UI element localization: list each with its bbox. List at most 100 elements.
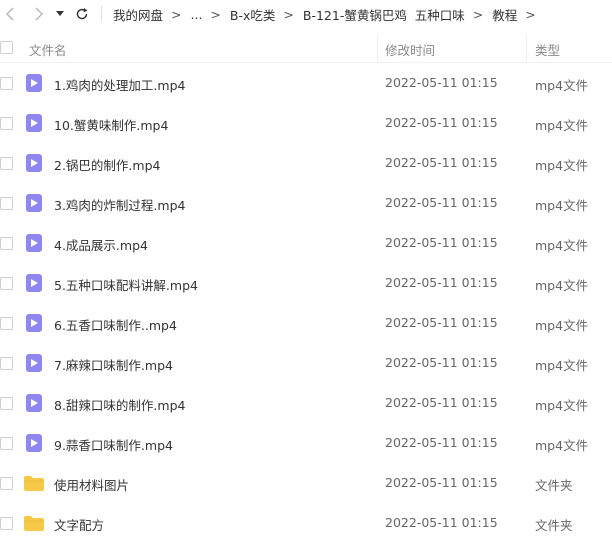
breadcrumb-item-category[interactable]: B-x吃类 xyxy=(230,5,275,24)
video-file-icon xyxy=(26,314,42,332)
column-divider[interactable] xyxy=(377,34,378,62)
file-type: mp4文件 xyxy=(535,158,589,173)
file-name[interactable]: 9.蒜香口味制作.mp4 xyxy=(54,435,173,454)
breadcrumb-item-current[interactable]: 教程 xyxy=(492,5,517,24)
modified-time: 2022-05-11 01:15 xyxy=(385,315,498,330)
file-name[interactable]: 3.鸡肉的炸制过程.mp4 xyxy=(54,195,185,214)
file-row[interactable]: 3.鸡肉的炸制过程.mp4 2022-05-11 01:15 mp4文件 xyxy=(0,184,612,224)
row-checkbox[interactable] xyxy=(0,357,13,370)
caret-down-icon xyxy=(56,11,64,16)
modified-time: 2022-05-11 01:15 xyxy=(385,275,498,290)
file-type: mp4文件 xyxy=(535,118,589,133)
modified-time: 2022-05-11 01:15 xyxy=(385,475,498,490)
video-file-icon xyxy=(26,434,42,452)
row-checkbox[interactable] xyxy=(0,157,13,170)
modified-time: 2022-05-11 01:15 xyxy=(385,75,498,90)
modified-time: 2022-05-11 01:15 xyxy=(385,235,498,250)
file-row[interactable]: 9.蒜香口味制作.mp4 2022-05-11 01:15 mp4文件 xyxy=(0,424,612,464)
column-divider[interactable] xyxy=(526,34,527,62)
row-checkbox[interactable] xyxy=(0,277,13,290)
modified-time: 2022-05-11 01:15 xyxy=(385,515,498,530)
breadcrumb-item-root[interactable]: 我的网盘 xyxy=(113,5,163,24)
file-name[interactable]: 6.五香口味制作..mp4 xyxy=(54,315,177,334)
breadcrumb-separator: > xyxy=(171,6,182,22)
row-checkbox[interactable] xyxy=(0,197,13,210)
row-checkbox[interactable] xyxy=(0,517,13,530)
video-file-icon xyxy=(26,354,42,372)
file-type: 文件夹 xyxy=(535,478,573,493)
file-row[interactable]: 2.锅巴的制作.mp4 2022-05-11 01:15 mp4文件 xyxy=(0,144,612,184)
breadcrumb-separator: > xyxy=(525,6,536,22)
history-dropdown-button[interactable] xyxy=(52,4,68,24)
file-list-header: 文件名 修改时间 类型 xyxy=(0,34,612,63)
row-checkbox[interactable] xyxy=(0,397,13,410)
row-checkbox[interactable] xyxy=(0,77,13,90)
forward-button[interactable] xyxy=(28,4,48,24)
toolbar: 我的网盘 > ... > B-x吃类 > B-121-蟹黄锅巴鸡 五种口味 > … xyxy=(0,0,612,28)
file-row[interactable]: 1.鸡肉的处理加工.mp4 2022-05-11 01:15 mp4文件 xyxy=(0,64,612,104)
back-button[interactable] xyxy=(0,4,20,24)
file-type: mp4文件 xyxy=(535,358,589,373)
video-file-icon xyxy=(26,274,42,292)
file-list: 1.鸡肉的处理加工.mp4 2022-05-11 01:15 mp4文件 10.蟹黄味… xyxy=(0,64,612,544)
modified-time: 2022-05-11 01:15 xyxy=(385,195,498,210)
file-type: mp4文件 xyxy=(535,238,589,253)
breadcrumb-separator: > xyxy=(210,6,221,22)
file-type: mp4文件 xyxy=(535,198,589,213)
file-row[interactable]: 5.五种口味配料讲解.mp4 2022-05-11 01:15 mp4文件 xyxy=(0,264,612,304)
toolbar-divider xyxy=(101,6,102,22)
breadcrumb: 我的网盘 > ... > B-x吃类 > B-121-蟹黄锅巴鸡 五种口味 > … xyxy=(113,5,545,23)
breadcrumb-item-course[interactable]: B-121-蟹黄锅巴鸡 五种口味 xyxy=(303,5,465,24)
file-row[interactable]: 6.五香口味制作..mp4 2022-05-11 01:15 mp4文件 xyxy=(0,304,612,344)
refresh-icon xyxy=(76,8,88,20)
row-checkbox[interactable] xyxy=(0,317,13,330)
file-type: 文件夹 xyxy=(535,518,573,533)
column-header-modified[interactable]: 修改时间 xyxy=(385,40,435,59)
video-file-icon xyxy=(26,234,42,252)
breadcrumb-separator: > xyxy=(472,6,484,22)
folder-icon xyxy=(24,514,44,532)
folder-icon xyxy=(24,474,44,492)
select-all-checkbox[interactable] xyxy=(0,41,13,54)
file-name[interactable]: 2.锅巴的制作.mp4 xyxy=(54,155,160,174)
file-name[interactable]: 1.鸡肉的处理加工.mp4 xyxy=(54,75,185,94)
column-header-name[interactable]: 文件名 xyxy=(29,40,67,59)
row-checkbox[interactable] xyxy=(0,117,13,130)
video-file-icon xyxy=(26,74,42,92)
modified-time: 2022-05-11 01:15 xyxy=(385,155,498,170)
file-type: mp4文件 xyxy=(535,78,589,93)
chevron-left-icon xyxy=(5,7,13,21)
file-name[interactable]: 5.五种口味配料讲解.mp4 xyxy=(54,275,198,294)
file-type: mp4文件 xyxy=(535,438,589,453)
file-type: mp4文件 xyxy=(535,398,589,413)
file-row[interactable]: 10.蟹黄味制作.mp4 2022-05-11 01:15 mp4文件 xyxy=(0,104,612,144)
file-name[interactable]: 8.甜辣口味的制作.mp4 xyxy=(54,395,185,414)
file-type: mp4文件 xyxy=(535,318,589,333)
file-name[interactable]: 4.成品展示.mp4 xyxy=(54,235,148,254)
file-row[interactable]: 使用材料图片 2022-05-11 01:15 文件夹 xyxy=(0,464,612,504)
file-name[interactable]: 7.麻辣口味制作.mp4 xyxy=(54,355,173,374)
chevron-right-icon xyxy=(35,7,43,21)
breadcrumb-separator: > xyxy=(283,6,294,22)
video-file-icon xyxy=(26,194,42,212)
row-checkbox[interactable] xyxy=(0,477,13,490)
row-checkbox[interactable] xyxy=(0,437,13,450)
video-file-icon xyxy=(26,154,42,172)
modified-time: 2022-05-11 01:15 xyxy=(385,395,498,410)
column-header-type[interactable]: 类型 xyxy=(535,40,560,59)
file-name[interactable]: 使用材料图片 xyxy=(54,475,129,494)
modified-time: 2022-05-11 01:15 xyxy=(385,115,498,130)
file-row[interactable]: 7.麻辣口味制作.mp4 2022-05-11 01:15 mp4文件 xyxy=(0,344,612,384)
modified-time: 2022-05-11 01:15 xyxy=(385,355,498,370)
file-row[interactable]: 文字配方 2022-05-11 01:15 文件夹 xyxy=(0,504,612,544)
refresh-button[interactable] xyxy=(72,4,92,24)
file-row[interactable]: 8.甜辣口味的制作.mp4 2022-05-11 01:15 mp4文件 xyxy=(0,384,612,424)
row-checkbox[interactable] xyxy=(0,237,13,250)
file-name[interactable]: 文字配方 xyxy=(54,515,104,534)
breadcrumb-item-collapsed[interactable]: ... xyxy=(191,7,203,22)
file-row[interactable]: 4.成品展示.mp4 2022-05-11 01:15 mp4文件 xyxy=(0,224,612,264)
video-file-icon xyxy=(26,114,42,132)
file-name[interactable]: 10.蟹黄味制作.mp4 xyxy=(54,115,168,134)
video-file-icon xyxy=(26,394,42,412)
modified-time: 2022-05-11 01:15 xyxy=(385,435,498,450)
